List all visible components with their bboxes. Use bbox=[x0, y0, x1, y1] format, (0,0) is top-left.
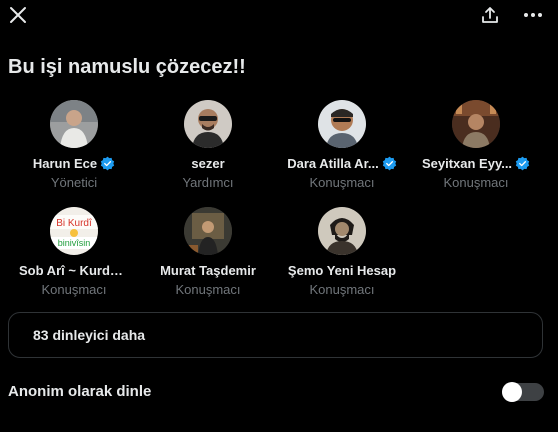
participant-seyitxan[interactable]: Seyitxan Eyy... Konuşmacı bbox=[409, 100, 543, 200]
avatar[interactable] bbox=[452, 100, 500, 148]
participant-name: Sob Arî ~ KurdÊ ... bbox=[19, 262, 129, 278]
verified-badge-icon bbox=[515, 156, 530, 170]
participant-name: Murat Taşdemir bbox=[160, 262, 256, 278]
participant-name: Harun Ece bbox=[32, 155, 98, 171]
close-icon bbox=[10, 7, 26, 23]
participant-dara-atilla[interactable]: Dara Atilla Ar... Konuşmacı bbox=[275, 100, 409, 200]
participant-name: Dara Atilla Ar... bbox=[287, 155, 379, 171]
participant-sob-ari[interactable]: Bi Kurdî binivîsin Sob Arî ~ KurdÊ ... K… bbox=[7, 207, 141, 307]
participant-role: Konuşmacı bbox=[443, 175, 509, 190]
avatar-image bbox=[184, 100, 232, 148]
more-options-button[interactable] bbox=[517, 2, 549, 28]
share-button[interactable] bbox=[476, 2, 504, 28]
avatar-image bbox=[452, 100, 500, 148]
close-button[interactable] bbox=[4, 2, 32, 28]
participant-role: Konuşmacı bbox=[175, 282, 241, 297]
avatar[interactable] bbox=[318, 207, 366, 255]
avatar[interactable] bbox=[318, 100, 366, 148]
anonymous-listen-label: Anonim olarak dinle bbox=[8, 383, 152, 400]
listeners-button[interactable]: 83 dinleyici daha bbox=[8, 312, 543, 358]
share-icon bbox=[482, 7, 498, 23]
participant-murat-tasdemir[interactable]: Murat Taşdemir Konuşmacı bbox=[141, 207, 275, 307]
avatar[interactable] bbox=[184, 207, 232, 255]
verified-badge-icon bbox=[382, 156, 396, 170]
avatar-image bbox=[184, 207, 232, 255]
verified-badge-icon bbox=[100, 156, 115, 170]
participant-role: Konuşmacı bbox=[309, 282, 375, 297]
participant-semo-yeni-hesap[interactable]: Şemo Yeni Hesap Konuşmacı bbox=[275, 207, 409, 307]
avatar[interactable]: Bi Kurdî binivîsin bbox=[50, 207, 98, 255]
avatar-image bbox=[318, 207, 366, 255]
space-title: Bu işi namuslu çözecez!! bbox=[8, 56, 246, 78]
avatar[interactable] bbox=[50, 100, 98, 148]
participant-harun-ece[interactable]: Harun Ece Yönetici bbox=[7, 100, 141, 200]
participant-name: Şemo Yeni Hesap bbox=[287, 262, 397, 278]
participant-role: Konuşmacı bbox=[41, 282, 107, 297]
participant-name: sezer bbox=[191, 155, 225, 171]
listeners-label: 83 dinleyici daha bbox=[33, 327, 146, 343]
avatar-text: Bi Kurdî bbox=[56, 218, 93, 229]
avatar[interactable] bbox=[184, 100, 232, 148]
top-bar bbox=[0, 0, 558, 30]
participant-role: Yönetici bbox=[50, 175, 98, 190]
avatar-image bbox=[50, 100, 98, 148]
avatar-image: Bi Kurdî binivîsin bbox=[50, 207, 98, 255]
participant-role: Konuşmacı bbox=[309, 175, 375, 190]
participant-name: Seyitxan Eyy... bbox=[421, 155, 513, 171]
avatar-text: binivîsin bbox=[58, 238, 91, 248]
anonymous-listen-toggle[interactable] bbox=[502, 382, 544, 402]
participant-role: Yardımcı bbox=[182, 175, 234, 190]
more-icon bbox=[524, 13, 542, 17]
toggle-knob bbox=[502, 382, 522, 402]
participant-sezer[interactable]: sezer Yardımcı bbox=[141, 100, 275, 200]
avatar-image bbox=[318, 100, 366, 148]
